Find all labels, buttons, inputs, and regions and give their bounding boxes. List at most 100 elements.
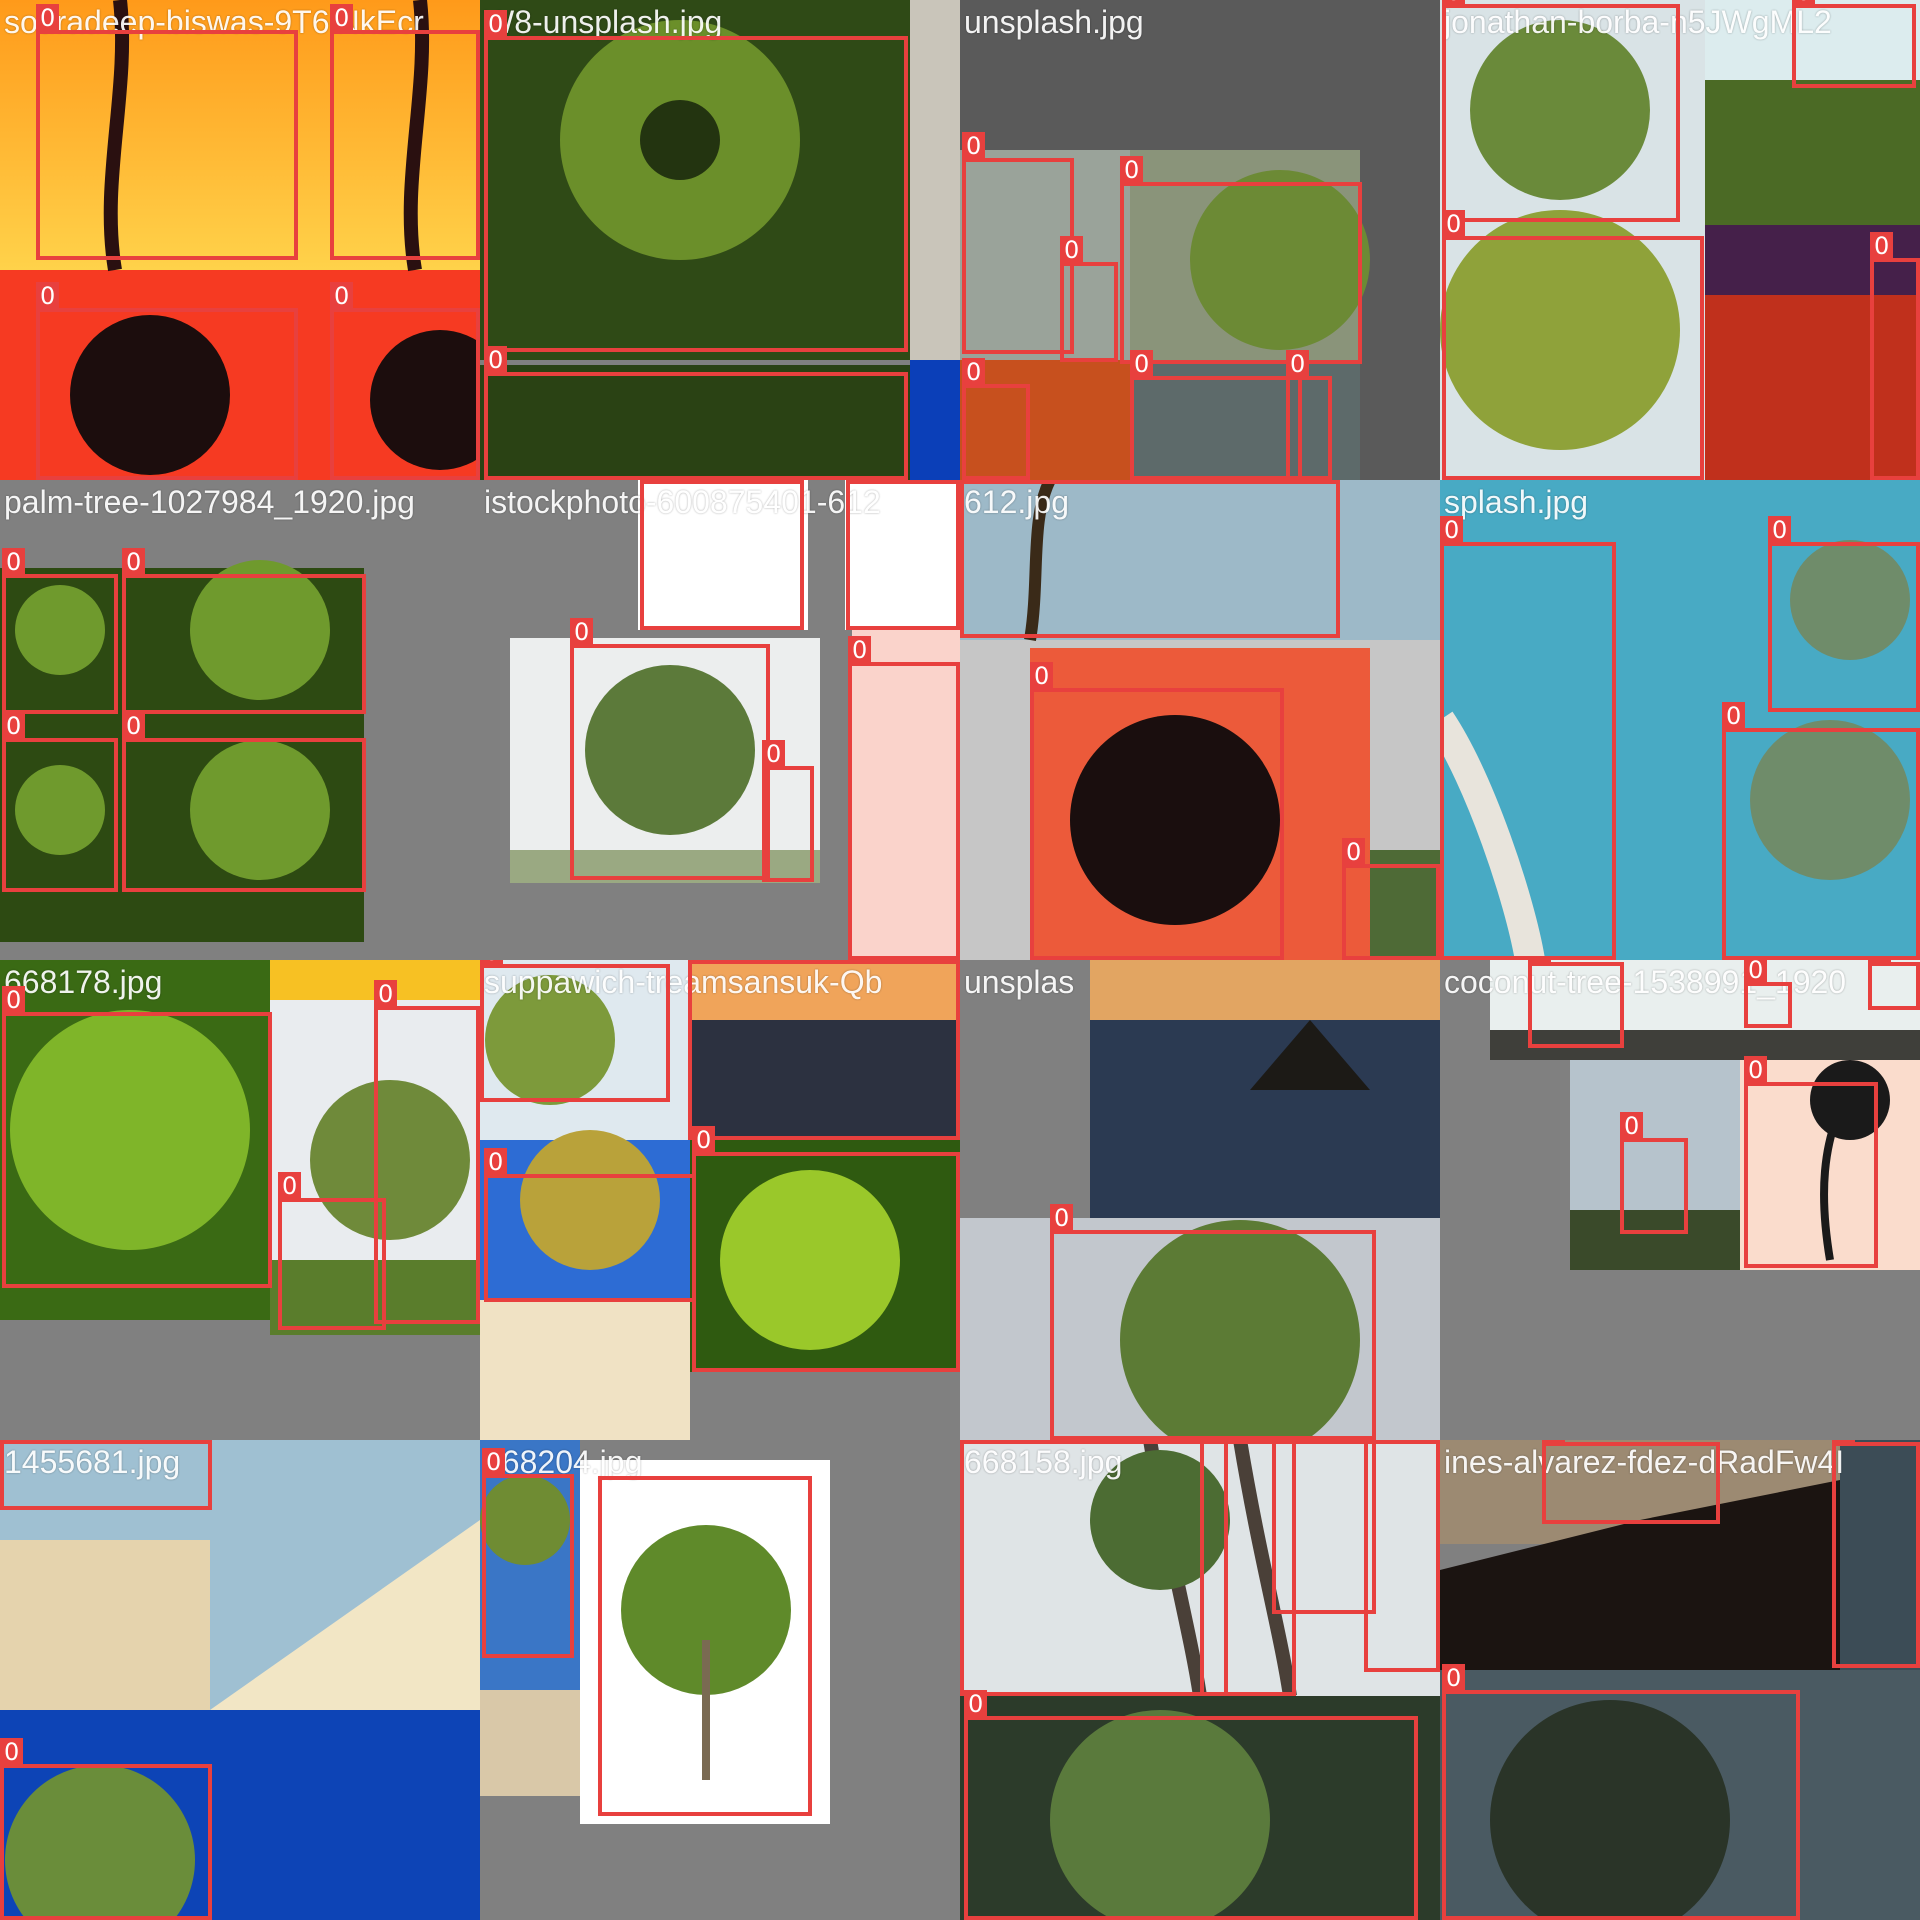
bbox-45 (0, 1440, 212, 1510)
bbox-47: 0 (482, 1448, 574, 1658)
bbox-label: 0 (1030, 662, 1054, 690)
detection-mosaic: souradeep-biswas-9T6iNkEcr 0 0 0 0 W8-un… (0, 0, 1920, 1920)
bbox-3: 0 (36, 282, 298, 480)
image-filename: splash.jpg (1444, 484, 1589, 520)
image-filename: unsplash.jpg (964, 4, 1144, 40)
bbox-21: 0 (640, 480, 804, 630)
bbox-23: 0 (570, 618, 770, 880)
mosaic-tile-11: unsplas 0 (960, 960, 1440, 1440)
mosaic-tile-15: 668158.jpg 0 0 0 0 (960, 1440, 1440, 1920)
bbox-label: 0 (278, 1172, 302, 1200)
mosaic-tile-13: 1455681.jpg 0 (0, 1440, 480, 1920)
bbox-26 (960, 480, 1340, 638)
bbox-41: 0 (1744, 960, 1792, 1028)
bbox-label: 0 (1060, 236, 1084, 264)
bbox-51: 0 (1272, 1440, 1376, 1614)
bbox-label: 0 (1620, 1112, 1644, 1140)
bbox-13: 0 (1442, 0, 1680, 222)
bbox-label: 0 (484, 1148, 508, 1176)
bbox-6: 0 (484, 346, 908, 480)
bbox-label: 0 (122, 548, 146, 576)
bbox-label: 0 (1442, 1664, 1466, 1692)
bbox-label: 0 (1528, 960, 1552, 964)
bbox-37: 0 (484, 1148, 696, 1302)
image-filename: unsplas (964, 964, 1075, 1000)
bbox-8: 0 (1060, 236, 1118, 362)
bbox-53: 0 (964, 1690, 1418, 1920)
bbox-label: 0 (962, 132, 986, 160)
bbox-label: 0 (688, 960, 712, 962)
bbox-30: 0 (1768, 516, 1920, 712)
bbox-label: 0 (484, 346, 508, 374)
bbox-label: 0 (1870, 232, 1894, 260)
bbox-14: 0 (1792, 0, 1916, 88)
bbox-25: 0 (848, 636, 960, 960)
bbox-label: 0 (640, 480, 664, 482)
bbox-22: 0 (846, 480, 960, 630)
bbox-label: 0 (0, 1738, 24, 1766)
bbox-label: 0 (1868, 960, 1892, 964)
bbox-label: 0 (1442, 210, 1466, 238)
bbox-11: 0 (1130, 350, 1302, 480)
bbox-label: 0 (1542, 1440, 1566, 1444)
bbox-label: 0 (692, 1126, 716, 1154)
bbox-label: 0 (1050, 1204, 1074, 1232)
mosaic-tile-1: souradeep-biswas-9T6iNkEcr 0 0 0 0 (0, 0, 480, 480)
bbox-label: 0 (1744, 960, 1768, 984)
bbox-label: 0 (1364, 1440, 1388, 1442)
image-filename: palm-tree-1027984_1920.jpg (4, 484, 415, 520)
bbox-label: 0 (964, 1690, 988, 1718)
bbox-27: 0 (1030, 662, 1284, 960)
bbox-label: 0 (1200, 1440, 1224, 1442)
bbox-1: 0 (36, 4, 298, 260)
bbox-15: 0 (1442, 210, 1704, 480)
mosaic-tile-4: jonathan-borba-n5JWgML2 0 0 0 0 (1440, 0, 1920, 480)
bbox-31: 0 (1722, 702, 1920, 960)
bbox-43: 0 (1620, 1112, 1688, 1234)
bbox-18: 0 (122, 548, 366, 714)
bbox-label: 0 (1120, 156, 1144, 184)
bbox-28: 0 (1342, 838, 1440, 960)
mosaic-tile-8: splash.jpg 0 0 0 (1440, 480, 1920, 960)
bbox-label: 0 (846, 480, 870, 482)
bbox-label: 0 (2, 548, 26, 576)
bbox-42: 0 (1868, 960, 1920, 1010)
mosaic-tile-2: W8-unsplash.jpg 0 0 (480, 0, 960, 480)
bbox-12: 0 (1286, 350, 1332, 480)
bbox-56: 0 (1442, 1664, 1800, 1920)
bbox-label: 0 (374, 980, 398, 1008)
bbox-24: 0 (762, 740, 814, 882)
bbox-label: 0 (1768, 516, 1792, 544)
bbox-35: 0 (480, 960, 670, 1102)
bbox-label: 0 (330, 282, 354, 310)
bbox-33: 0 (374, 980, 480, 1324)
mosaic-tile-5: palm-tree-1027984_1920.jpg 0 0 0 0 (0, 480, 480, 960)
bbox-label: 0 (1832, 1440, 1856, 1444)
bbox-55: 0 (1832, 1440, 1920, 1668)
bbox-19: 0 (2, 712, 118, 892)
mosaic-tile-7: 612.jpg 0 0 (960, 480, 1440, 960)
bbox-label: 0 (1442, 0, 1466, 6)
bbox-label: 0 (2, 712, 26, 740)
bbox-9: 0 (1120, 156, 1362, 364)
bbox-label: 0 (962, 358, 986, 386)
bbox-label: 0 (122, 712, 146, 740)
bbox-label: 0 (2, 986, 26, 1014)
bbox-label: 0 (36, 4, 60, 32)
mosaic-tile-3: unsplash.jpg 0 0 0 0 0 0 (960, 0, 1440, 480)
bbox-16: 0 (1870, 232, 1920, 480)
bbox-label: 0 (1130, 350, 1154, 378)
bbox-20: 0 (122, 712, 366, 892)
bbox-52: 0 (1364, 1440, 1440, 1672)
bbox-label: 0 (330, 4, 354, 32)
bbox-10: 0 (962, 358, 1030, 480)
bbox-label: 0 (1440, 516, 1464, 544)
bbox-label: 0 (1744, 1056, 1768, 1084)
bbox-40: 0 (1528, 960, 1624, 1048)
bbox-46: 0 (0, 1738, 212, 1920)
bbox-38: 0 (692, 1126, 960, 1372)
mosaic-tile-16: ines-alvarez-fdez-dRadFw4I 0 0 0 (1440, 1440, 1920, 1920)
bbox-label: 0 (484, 10, 508, 38)
bbox-label: 0 (1342, 838, 1366, 866)
bbox-label: 0 (848, 636, 872, 664)
